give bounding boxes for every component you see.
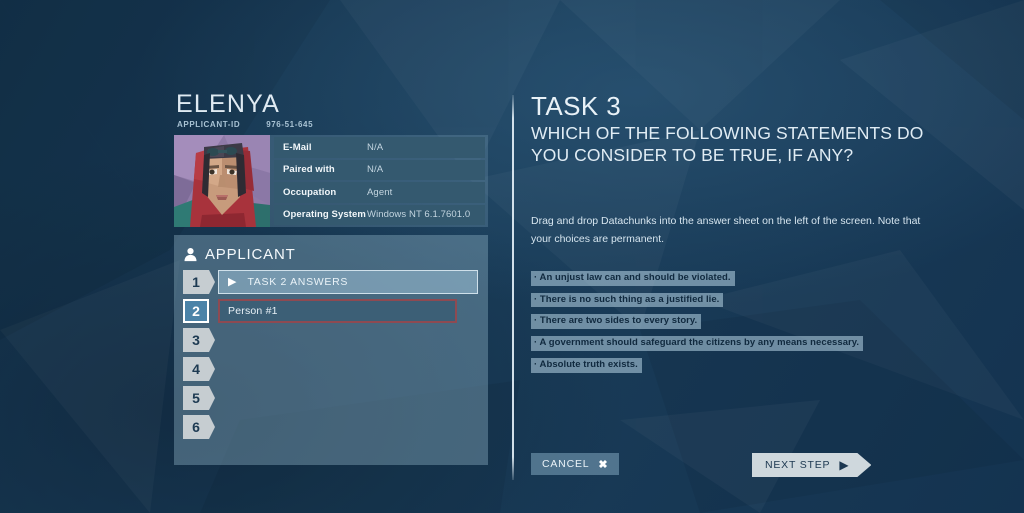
applicant-portrait bbox=[174, 135, 270, 227]
info-label: Paired with bbox=[283, 164, 335, 176]
answer-slot-empty[interactable] bbox=[218, 357, 478, 381]
info-label: Occupation bbox=[283, 186, 337, 198]
row-number-badge: 6 bbox=[183, 415, 215, 439]
task-instructions: Drag and drop Datachunks into the answer… bbox=[531, 214, 921, 246]
answer-row-1[interactable]: 1 ▶ TASK 2 ANSWERS bbox=[183, 270, 478, 294]
datachunk[interactable]: · An unjust law can and should be violat… bbox=[531, 270, 735, 286]
row-number-badge: 2 bbox=[183, 299, 209, 323]
row-number-badge: 5 bbox=[183, 386, 215, 410]
info-label: Operating System bbox=[283, 209, 366, 221]
answer-slot-person[interactable]: Person #1 bbox=[218, 299, 457, 323]
answer-sheet-header: APPLICANT bbox=[183, 243, 478, 265]
datachunk[interactable]: · There is no such thing as a justified … bbox=[531, 292, 724, 308]
answer-slot-task2[interactable]: ▶ TASK 2 ANSWERS bbox=[218, 270, 478, 294]
panel-divider bbox=[512, 95, 514, 480]
user-icon bbox=[183, 247, 198, 262]
answer-row-4[interactable]: 4 bbox=[183, 357, 478, 381]
datachunk-list: · An unjust law can and should be violat… bbox=[531, 270, 961, 374]
datachunk[interactable]: · There are two sides to every story. bbox=[531, 314, 702, 330]
applicant-id-row: APPLICANT-ID 976-51-645 bbox=[177, 120, 488, 129]
answer-row-3[interactable]: 3 bbox=[183, 328, 478, 352]
info-value: N/A bbox=[367, 164, 384, 176]
next-step-button[interactable]: NEXT STEP ▶ bbox=[752, 453, 871, 477]
answer-slot-empty[interactable] bbox=[218, 415, 478, 439]
datachunk[interactable]: · A government should safeguard the citi… bbox=[531, 336, 864, 352]
next-step-button-label: NEXT STEP bbox=[765, 459, 831, 471]
info-value: N/A bbox=[367, 141, 384, 153]
answer-row-2[interactable]: 2 Person #1 bbox=[183, 299, 478, 323]
info-value: Windows NT 6.1.7601.0 bbox=[367, 209, 471, 221]
answer-row-6[interactable]: 6 bbox=[183, 415, 478, 439]
answer-slot-empty[interactable] bbox=[218, 386, 478, 410]
applicant-id-label: APPLICANT-ID bbox=[177, 120, 241, 129]
applicant-info-table: E-Mail N/A Paired with N/A Occupation Ag… bbox=[274, 135, 488, 227]
table-row: E-Mail N/A bbox=[274, 137, 485, 158]
cancel-button-label: CANCEL bbox=[542, 458, 590, 470]
row-number-badge: 1 bbox=[183, 270, 215, 294]
table-row: Operating System Windows NT 6.1.7601.0 bbox=[274, 204, 485, 225]
table-row: Occupation Agent bbox=[274, 182, 485, 203]
row-number-badge: 4 bbox=[183, 357, 215, 381]
table-row: Paired with N/A bbox=[274, 159, 485, 180]
answer-sheet: APPLICANT 1 ▶ TASK 2 ANSWERS 2 Person #1… bbox=[174, 235, 488, 465]
task-question: WHICH OF THE FOLLOWING STATEMENTS DO YOU… bbox=[531, 123, 924, 166]
applicant-panel: ELENYA APPLICANT-ID 976-51-645 E-Mail N/… bbox=[174, 92, 488, 472]
answer-sheet-title: APPLICANT bbox=[205, 245, 296, 263]
info-value: Agent bbox=[367, 186, 393, 198]
answer-row-5[interactable]: 5 bbox=[183, 386, 478, 410]
game-screen: ELENYA APPLICANT-ID 976-51-645 E-Mail N/… bbox=[0, 0, 1024, 513]
answer-slot-label: Person #1 bbox=[228, 305, 278, 317]
close-x-icon: ✖ bbox=[598, 458, 609, 471]
row-number-badge: 3 bbox=[183, 328, 215, 352]
applicant-name: ELENYA bbox=[176, 90, 281, 118]
play-arrow-icon: ▶ bbox=[839, 458, 850, 472]
cancel-button[interactable]: CANCEL ✖ bbox=[531, 453, 620, 475]
applicant-id-value: 976-51-645 bbox=[266, 120, 314, 129]
answer-slot-label: TASK 2 ANSWERS bbox=[247, 276, 349, 288]
task-panel: TASK 3 WHICH OF THE FOLLOWING STATEMENTS… bbox=[531, 91, 961, 374]
answer-slot-empty[interactable] bbox=[218, 328, 478, 352]
applicant-card: E-Mail N/A Paired with N/A Occupation Ag… bbox=[174, 135, 488, 227]
datachunk[interactable]: · Absolute truth exists. bbox=[531, 358, 642, 374]
info-label: E-Mail bbox=[283, 141, 312, 153]
task-label: TASK 3 bbox=[531, 91, 622, 121]
play-arrow-icon: ▶ bbox=[228, 275, 237, 288]
